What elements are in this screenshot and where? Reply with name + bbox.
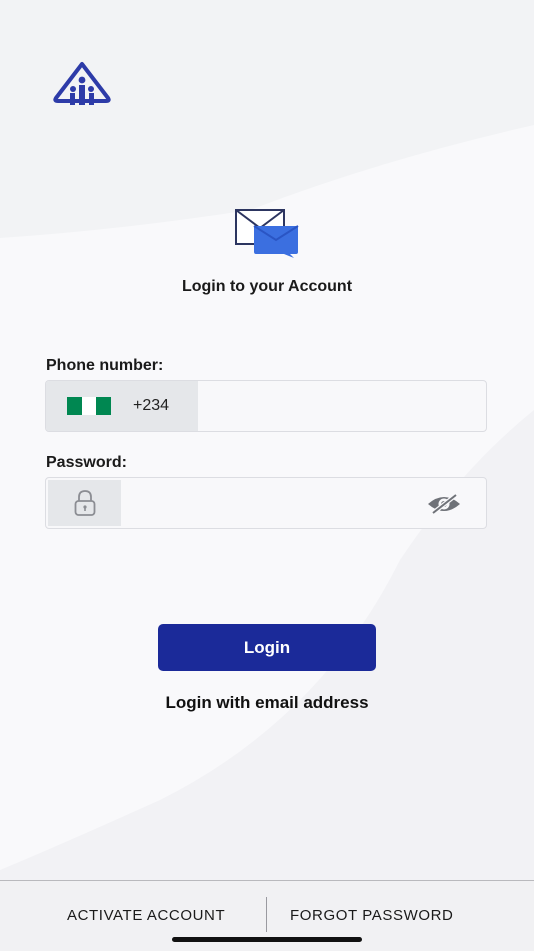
app-logo-icon (52, 60, 112, 110)
lock-icon (74, 490, 95, 516)
nigeria-flag-icon (67, 397, 112, 415)
phone-input[interactable] (198, 381, 486, 431)
background-shapes (0, 0, 534, 950)
bottom-bar: ACTIVATE ACCOUNT FORGOT PASSWORD (0, 880, 534, 951)
footer-divider (266, 897, 267, 932)
login-button[interactable]: Login (158, 624, 376, 671)
password-field (45, 477, 487, 529)
country-code: +234 (133, 397, 170, 414)
envelope-chat-icon (234, 208, 300, 258)
login-with-email-link[interactable]: Login with email address (0, 693, 534, 713)
home-indicator (172, 937, 362, 942)
page-title: Login to your Account (181, 278, 353, 295)
lock-icon-box (48, 480, 121, 526)
activate-account-button[interactable]: ACTIVATE ACCOUNT (67, 907, 225, 924)
country-code-selector[interactable]: +234 (46, 381, 198, 431)
forgot-password-button[interactable]: FORGOT PASSWORD (290, 907, 453, 924)
phone-field: +234 (45, 380, 487, 432)
password-input[interactable] (124, 478, 430, 528)
password-label: Password: (46, 454, 127, 471)
eye-slash-icon[interactable] (426, 492, 462, 516)
phone-label: Phone number: (46, 357, 164, 374)
